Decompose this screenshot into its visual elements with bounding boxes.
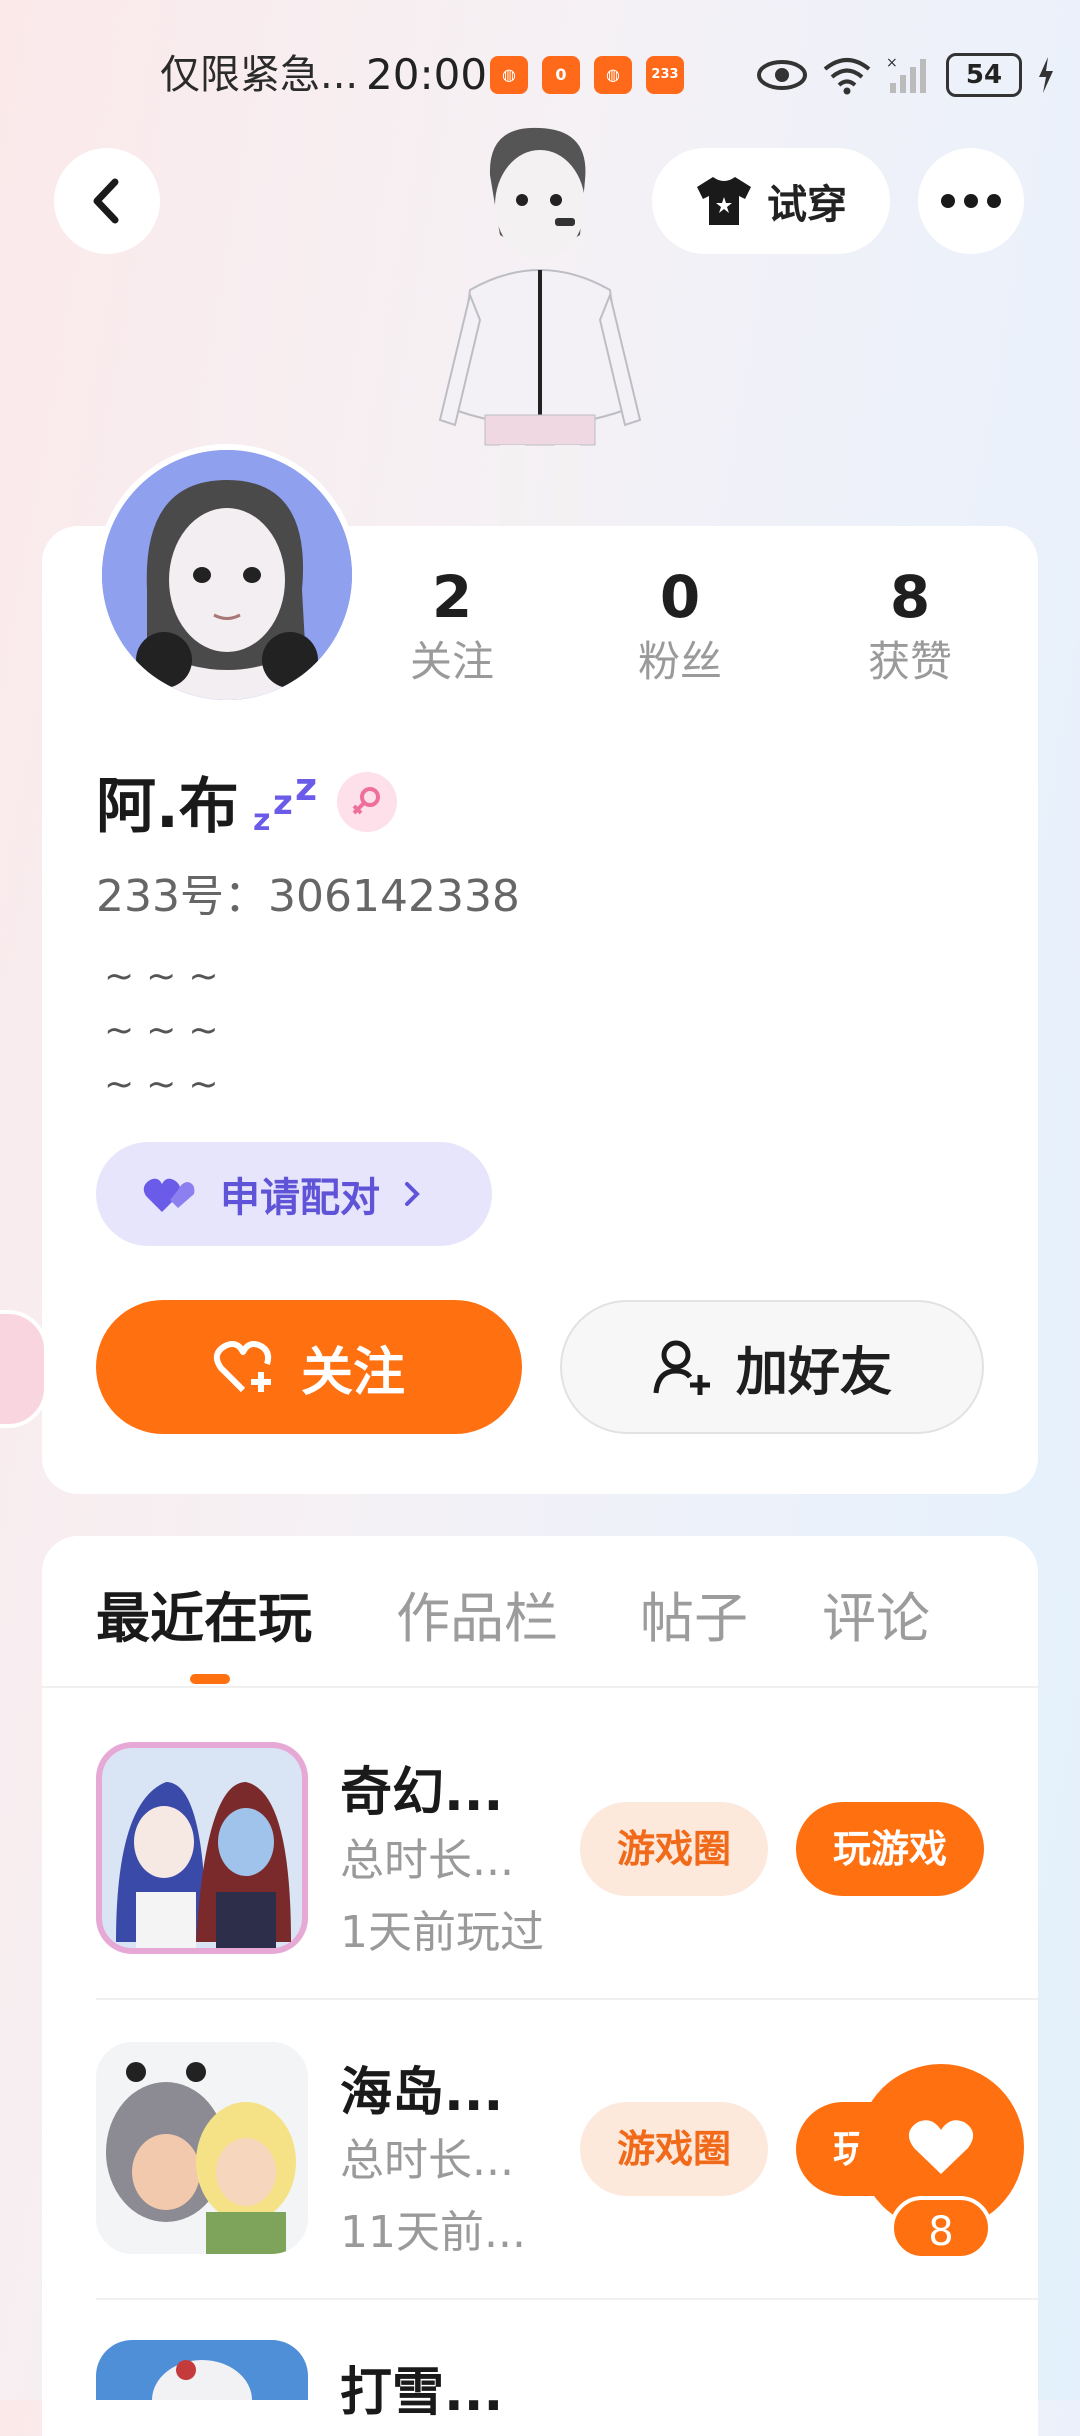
like-count-badge: 8 [890,2196,992,2260]
status-bar: 仅限紧急... 20:00 ◍ 0 ◍ 233 × 54 [0,40,1080,110]
game-title[interactable]: 海岛... [340,2050,503,2125]
double-heart-icon [143,1178,195,1212]
try-on-label: 试穿 [767,182,847,228]
game-title[interactable]: 奇幻... [340,1750,503,1825]
game-title[interactable]: 打雪... [340,2350,503,2425]
divider [42,1686,1038,1688]
request-pair-label: 申请配对 [220,1175,380,1221]
eye-icon [757,60,807,90]
app-notification-icon: ◍ [594,56,632,94]
chevron-left-icon [93,178,119,224]
stat-number: 8 [889,563,931,631]
game-circle-button[interactable]: 游戏圈 [580,2102,768,2196]
add-user-icon [653,1340,710,1395]
game-playtime: 总时长... [340,2135,514,2186]
game-last-played: 11天前... [340,2207,526,2258]
stat-number: 2 [431,563,473,631]
app-notification-icon: 233 [646,56,684,94]
game-last-played: 1天前玩过 [340,1907,544,1958]
sleep-zzz-icon: z z z [253,770,317,834]
divider [96,2298,1038,2300]
try-on-button[interactable]: 试穿 [652,148,890,254]
tab-works[interactable]: 作品栏 [396,1574,558,1653]
svg-text:z: z [253,803,270,834]
battery-indicator: 54 [946,53,1022,97]
tab-recently-played[interactable]: 最近在玩 [96,1574,312,1653]
play-game-button[interactable]: 玩游戏 [796,1802,984,1896]
content-card [42,1536,1038,2436]
female-gender-icon [336,771,397,832]
tab-posts[interactable]: 帖子 [640,1574,748,1653]
more-options-button[interactable] [918,148,1024,254]
avatar[interactable] [96,444,358,706]
follow-button[interactable]: 关注 [96,1300,522,1434]
svg-text:×: × [886,55,898,71]
svg-text:z: z [295,770,317,809]
status-time: 20:00 [366,50,488,99]
tab-comments[interactable]: 评论 [822,1574,930,1653]
tshirt-icon [697,177,751,225]
profile-name-row: 阿.布 z z z [96,758,397,845]
floating-side-badge[interactable] [0,1310,48,1428]
request-pair-button[interactable]: 申请配对 [96,1142,492,1246]
avatar-full-figure [438,127,642,540]
signal-icon: × [886,55,926,93]
stat-following[interactable]: 2 关注 [352,562,552,692]
profile-bio: ~~~ ~~~ ~~~ [104,956,231,1105]
status-notice: 仅限紧急... [160,52,359,98]
game-playtime: 总时长... [340,1835,514,1886]
game-icon[interactable] [96,1742,308,1954]
chevron-right-icon [405,1182,420,1206]
stat-label: 关注 [409,637,494,686]
add-friend-label: 加好友 [735,1342,892,1403]
svg-text:z: z [273,783,293,823]
charging-icon [1039,57,1053,93]
heart-plus-icon [213,1341,272,1393]
more-dots-icon [941,194,1001,208]
heart-icon [908,2120,974,2174]
avatar-image [102,450,352,700]
stat-fans[interactable]: 0 粉丝 [580,562,780,692]
app-notification-icon: ◍ [490,56,528,94]
game-circle-button[interactable]: 游戏圈 [580,1802,768,1896]
user-id: 233号：306142338 [96,871,520,922]
game-icon[interactable] [96,2042,308,2254]
profile-name: 阿.布 [96,772,239,842]
app-notification-icon: 0 [542,56,580,94]
status-icons: × 54 [756,50,1056,100]
stat-label: 粉丝 [637,637,722,686]
add-friend-button[interactable]: 加好友 [560,1300,984,1434]
back-button[interactable] [54,148,160,254]
wifi-icon [823,58,871,95]
stat-likes[interactable]: 8 获赞 [810,562,1010,692]
tab-indicator [190,1674,230,1684]
divider [96,1998,1038,2000]
stat-number: 0 [659,563,701,631]
stat-label: 获赞 [867,637,952,686]
follow-label: 关注 [300,1342,405,1403]
game-icon[interactable] [96,2340,308,2400]
